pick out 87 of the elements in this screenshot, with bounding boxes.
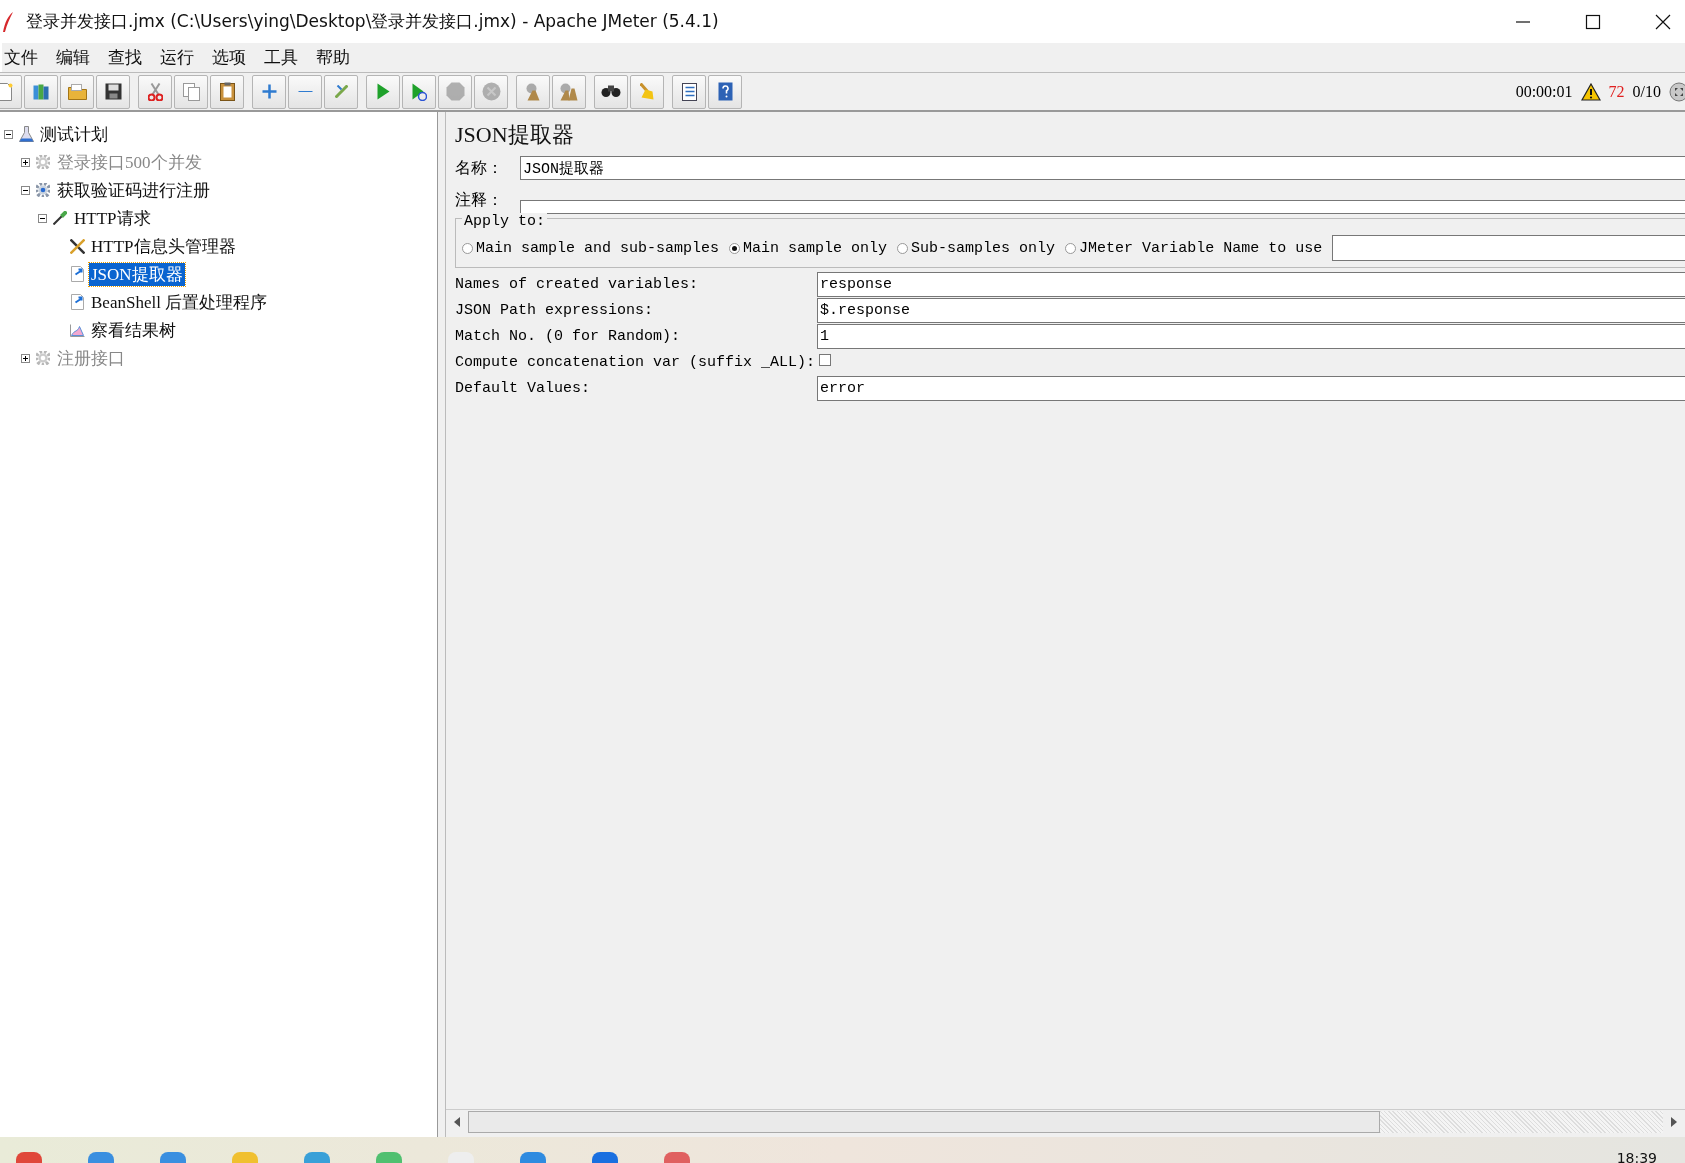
field-label: Match No. (0 for Random): [455, 327, 682, 347]
toolbar-button[interactable] [96, 74, 130, 109]
name-field[interactable]: JSON提取器 [520, 156, 1685, 180]
clipboard-icon [219, 82, 235, 101]
checkbox[interactable] [819, 354, 831, 366]
stop-sign-icon [445, 82, 465, 101]
taskbar-icon[interactable] [88, 1149, 114, 1163]
help-book-icon [717, 82, 733, 101]
window-title: 登录并发接口.jmx (C:\Users\ying\Desktop\登录并发接口.jmx) - Apache JMeter (5.4.1) [26, 10, 719, 33]
text-field[interactable]: error [817, 376, 1685, 401]
comment-field[interactable] [520, 200, 1685, 214]
document-arrow-icon [70, 266, 84, 282]
variable-name-field[interactable] [1332, 235, 1685, 261]
gear-icon [36, 155, 50, 169]
taskbar-icon[interactable] [304, 1149, 330, 1163]
collapse-toggle[interactable] [38, 213, 47, 223]
binoculars-icon [601, 85, 621, 98]
tools-icon [69, 238, 85, 254]
pencil-icon [334, 85, 348, 98]
play-icon [376, 83, 390, 100]
tree-item[interactable]: HTTP信息头管理器 [89, 234, 238, 258]
folder-icon [67, 83, 87, 100]
warning-icon[interactable] [1580, 82, 1601, 101]
field-label: JSON Path expressions: [455, 301, 655, 321]
taskbar-icon[interactable] [520, 1149, 546, 1163]
plus-icon [261, 84, 277, 99]
warning-count: 72 [1608, 82, 1625, 101]
menu-item[interactable]: 帮助 [314, 46, 352, 69]
radio-button[interactable] [462, 242, 473, 254]
menu-item[interactable]: 查找 [106, 46, 144, 69]
tree-item[interactable]: BeanShell 后置处理程序 [89, 290, 270, 314]
flask-icon [18, 126, 34, 142]
minus-icon [297, 91, 313, 92]
radio-option[interactable]: JMeter Variable Name to use [1065, 239, 1323, 257]
radio-button[interactable] [729, 242, 741, 254]
thread-count: 0/10 [1632, 82, 1661, 101]
taskbar-icon[interactable] [16, 1149, 42, 1163]
group-label: Apply to: [462, 213, 547, 230]
gear-icon [36, 183, 50, 197]
text-field[interactable]: $.response [817, 298, 1685, 323]
field-label: 名称： [455, 157, 504, 178]
toolbar-button[interactable] [594, 74, 628, 109]
tree-item[interactable]: 获取验证码进行注册 [55, 178, 212, 202]
field-label: 注释： [455, 190, 504, 210]
tree-item[interactable]: 察看结果树 [89, 318, 178, 342]
document-arrow-icon [70, 294, 84, 310]
collapse-toggle[interactable] [4, 129, 13, 139]
menu-item[interactable]: 编辑 [54, 46, 92, 69]
tree-item[interactable]: HTTP请求 [72, 206, 153, 230]
taskbar-icon[interactable] [664, 1149, 690, 1163]
horizontal-scrollbar[interactable] [446, 1109, 1685, 1134]
taskbar-icon[interactable] [160, 1149, 186, 1163]
scissors-icon [147, 82, 163, 101]
copy-icon [182, 82, 200, 101]
text-field[interactable]: response [817, 272, 1685, 297]
list-icon [681, 82, 697, 101]
radio-option[interactable]: Sub-samples only [897, 239, 1056, 257]
clock: 18:39 [1616, 1151, 1657, 1163]
taskbar-icon[interactable] [592, 1149, 618, 1163]
collapse-toggle[interactable] [21, 185, 30, 195]
maximize-icon[interactable] [1585, 13, 1601, 30]
radio-option[interactable]: Main sample and sub-samples [462, 239, 720, 257]
gear-icon [36, 351, 50, 365]
menu-item[interactable]: 工具 [262, 46, 300, 69]
text-field[interactable]: 1 [817, 324, 1685, 349]
field-label: Compute concatenation var (suffix _ALL): [455, 353, 817, 373]
menu-item[interactable]: 运行 [158, 46, 196, 69]
play-icon [411, 82, 427, 101]
field-label: Names of created variables: [455, 275, 700, 295]
toolbar-button[interactable] [210, 74, 244, 109]
stop-circle-icon [481, 82, 501, 101]
field-label: Default Values: [455, 379, 592, 399]
elapsed-time: 00:00:01 [1515, 82, 1573, 101]
tree-item[interactable]: 测试计划 [38, 122, 110, 146]
close-icon[interactable] [1655, 13, 1671, 30]
toolbar-button[interactable] [672, 74, 706, 109]
menu-item[interactable]: 选项 [210, 46, 248, 69]
radio-option[interactable]: Main sample only [729, 239, 888, 257]
page-icon [0, 82, 13, 101]
radio-button[interactable] [897, 242, 909, 254]
menu-item[interactable]: 文件 [2, 46, 40, 69]
pipette-icon [53, 211, 67, 225]
chart-icon [69, 323, 85, 337]
tree-item[interactable]: JSON提取器 [89, 262, 185, 286]
panel-title: JSON提取器 [455, 121, 575, 149]
books-icon [33, 83, 49, 100]
radio-button[interactable] [1065, 242, 1077, 254]
